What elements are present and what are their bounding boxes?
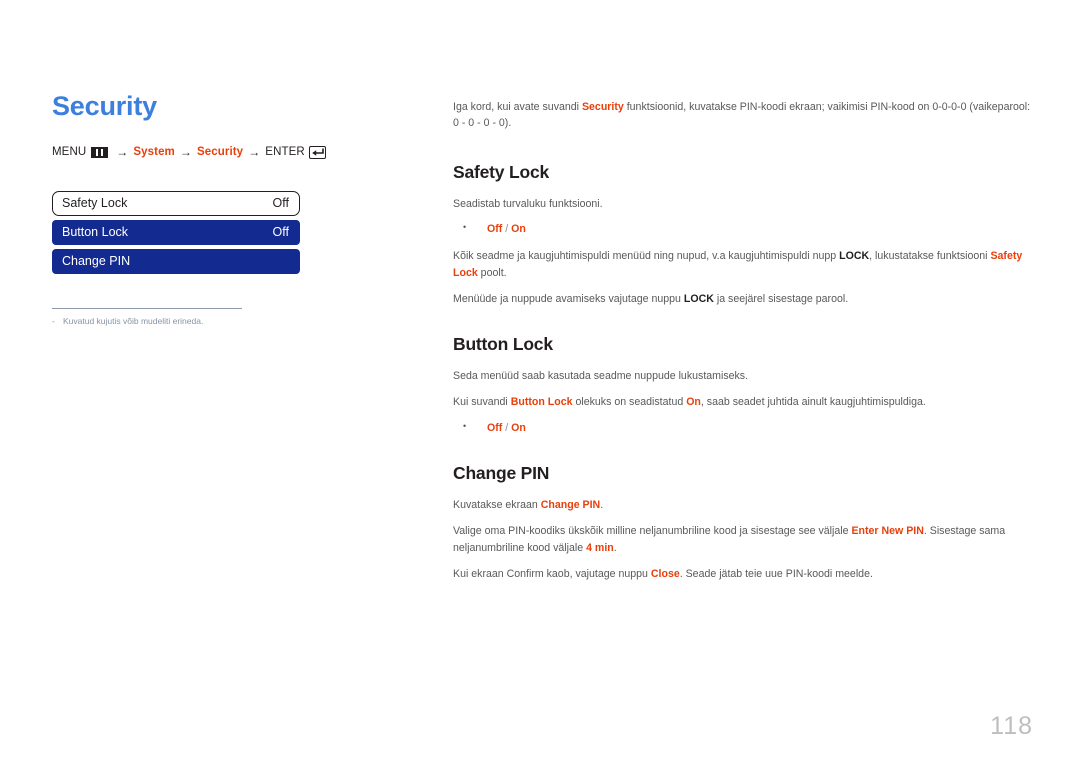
safety-lock-paragraph-3: Menüüde ja nuppude avamiseks vajutage nu… — [453, 291, 1031, 308]
left-column: Security MENU → System → Security → ENTE… — [52, 91, 402, 328]
sl-p3-text-1: Menüüde ja nuppude avamiseks vajutage nu… — [453, 293, 684, 306]
enter-label: ENTER — [265, 146, 305, 159]
sl-p2-keyword-lock: LOCK — [839, 249, 870, 262]
osd-label-safety-lock: Safety Lock — [62, 196, 128, 211]
footnote-text: Kuvatud kujutis võib mudeliti erineda. — [63, 315, 204, 326]
sl-p3-text-2: ja seejärel sisestage parool. — [713, 293, 849, 306]
section-title-safety-lock: Safety Lock — [453, 161, 550, 182]
sl-p2-text-1: Kõik seadme ja kaugjuhtimispuldi menüüd … — [453, 249, 840, 262]
cp-p2-text-3: . — [613, 541, 617, 554]
footnote-block: - Kuvatud kujutis võib mudeliti erineda. — [52, 307, 242, 328]
option-separator: / — [502, 421, 512, 434]
osd-value-button-lock: Off — [272, 225, 289, 240]
intro-paragraph: Iga kord, kui avate suvandi Security fun… — [453, 99, 1031, 132]
cp-p2-keyword-enter-new-pin: Enter New PIN — [851, 524, 924, 537]
arrow-icon-3: → — [248, 145, 261, 160]
menu-label: MENU — [52, 146, 87, 159]
menu-path-breadcrumb: MENU → System → Security → ENTER — [52, 145, 402, 160]
cp-p3-text-1: Kui ekraan Confirm kaob, vajutage nuppu — [453, 568, 651, 580]
button-lock-options: Off / On — [453, 420, 1031, 437]
page-title: Security — [52, 91, 157, 121]
right-column: Iga kord, kui avate suvandi Security fun… — [453, 99, 1031, 583]
bl-p2-text-2: olekuks on seadistatud — [572, 396, 687, 409]
page-number: 118 — [990, 712, 1033, 740]
footnote-dash: - — [52, 315, 55, 326]
cp-p2-keyword-4-min: 4 min — [586, 541, 614, 554]
menu-path-security[interactable]: Security — [197, 146, 243, 158]
sl-p2-text-2: , lukustatakse funktsiooni — [869, 249, 991, 262]
option-on: On — [511, 421, 526, 434]
arrow-icon-1: → — [116, 145, 129, 160]
osd-value-safety-lock: Off — [272, 196, 289, 211]
osd-row-button-lock[interactable]: Button Lock Off — [52, 219, 300, 245]
section-title-button-lock: Button Lock — [453, 334, 553, 355]
cp-p3-text-2: . Seade jätab teie uue PIN-koodi meelde. — [679, 568, 873, 580]
change-pin-paragraph-1: Kuvatakse ekraan Change PIN. — [453, 497, 1031, 514]
button-lock-paragraph-2: Kui suvandi Button Lock olekuks on seadi… — [453, 394, 1031, 411]
option-on: On — [511, 222, 526, 235]
osd-menu-mockup: Safety Lock Off Button Lock Off Change P… — [52, 190, 300, 274]
osd-row-safety-lock[interactable]: Safety Lock Off — [52, 190, 300, 216]
safety-lock-paragraph-1: Seadistab turvaluku funktsiooni. — [453, 197, 603, 210]
manual-page: Security MENU → System → Security → ENTE… — [0, 0, 1080, 763]
option-separator: / — [502, 222, 512, 235]
intro-text-1: Iga kord, kui avate suvandi — [453, 101, 582, 113]
sl-p3-keyword-lock: LOCK — [683, 293, 714, 306]
sl-p2-text-3: poolt. — [477, 267, 507, 280]
enter-return-icon — [308, 145, 326, 159]
cp-p1-keyword-change-pin: Change PIN — [540, 498, 601, 511]
cp-p1-text-2: . — [600, 498, 604, 511]
change-pin-paragraph-3: Kui ekraan Confirm kaob, vajutage nuppu … — [453, 566, 1031, 583]
cp-p2-text-1: Valige oma PIN-koodiks ükskõik milline n… — [453, 524, 852, 537]
bl-p2-keyword-on: On — [686, 396, 701, 409]
menu-path-system[interactable]: System — [133, 146, 175, 158]
button-lock-paragraph-1: Seda menüüd saab kasutada seadme nuppude… — [453, 370, 749, 383]
osd-label-button-lock: Button Lock — [62, 225, 129, 240]
change-pin-paragraph-2: Valige oma PIN-koodiks ükskõik milline n… — [453, 523, 1031, 557]
menu-bars-icon — [91, 146, 109, 158]
option-off: Off — [487, 222, 503, 235]
cp-p1-text-1: Kuvatakse ekraan — [453, 498, 541, 511]
cp-p3-keyword-close: Close — [650, 568, 680, 580]
bl-p2-keyword-button-lock: Button Lock — [510, 396, 573, 409]
bl-p2-text-1: Kui suvandi — [453, 396, 511, 409]
footnote-divider — [52, 307, 242, 309]
section-title-change-pin: Change PIN — [453, 462, 550, 483]
safety-lock-options: Off / On — [453, 221, 1031, 238]
osd-label-change-pin: Change PIN — [62, 254, 131, 269]
osd-row-change-pin[interactable]: Change PIN — [52, 248, 300, 274]
footnote: - Kuvatud kujutis võib mudeliti erineda. — [52, 316, 242, 328]
arrow-icon-2: → — [179, 145, 192, 160]
option-off: Off — [487, 421, 503, 434]
safety-lock-paragraph-2: Kõik seadme ja kaugjuhtimispuldi menüüd … — [453, 248, 1031, 282]
intro-keyword-security: Security — [581, 101, 624, 113]
list-item: Off / On — [453, 221, 1031, 238]
list-item: Off / On — [453, 420, 1031, 437]
bl-p2-text-3: , saab seadet juhtida ainult kaugjuhtimi… — [700, 396, 926, 409]
